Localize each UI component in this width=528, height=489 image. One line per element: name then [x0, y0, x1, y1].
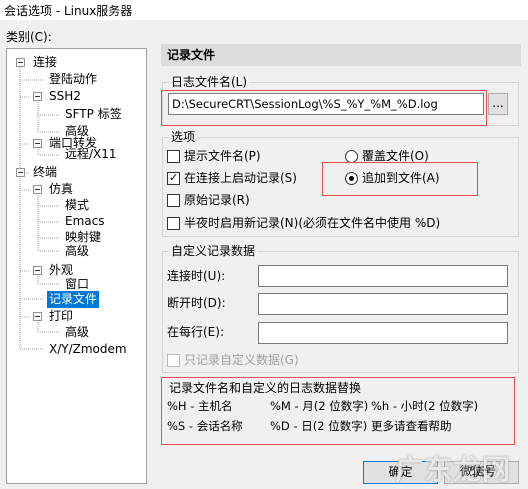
on-disconnect-label: 断开时(D): — [167, 296, 226, 310]
only-custom-data-checkbox[interactable]: 只记录自定义数据(G) — [167, 352, 327, 368]
checkbox-box — [167, 194, 180, 207]
title-bar: 会话选项 - Linux服务器 — [0, 0, 528, 20]
on-disconnect-input[interactable] — [258, 293, 508, 315]
logfile-group-label: 日志文件名(L) — [169, 75, 250, 89]
highlight-box — [161, 90, 487, 126]
tree-item-modes[interactable]: 模式 — [63, 197, 91, 214]
tree-item-printing-advanced[interactable]: 高级 — [63, 324, 91, 341]
tree-item-terminal[interactable]: 终端 — [31, 164, 59, 181]
options-group-label: 选项 — [169, 130, 198, 144]
start-on-connect-checkbox[interactable]: 在连接上启动记录(S) — [167, 170, 327, 186]
checkbox-box — [167, 150, 180, 163]
collapse-icon[interactable] — [33, 185, 42, 194]
subst-month: %M - 月(2 位数字) — [270, 399, 369, 413]
highlight-box — [322, 162, 478, 196]
window-title: 会话选项 - Linux服务器 — [4, 4, 133, 18]
category-tree[interactable]: 连接 登陆动作 SSH2 SFTP 标签 高级 端口转发 远程/X11 终端 仿… — [6, 48, 147, 484]
browse-button[interactable]: ... — [488, 93, 508, 115]
tree-item-emulation-advanced[interactable]: 高级 — [63, 243, 91, 260]
subst-session: %S - 会话名称 — [167, 419, 243, 433]
checkbox-label: 只记录自定义数据(G) — [184, 353, 299, 367]
checkbox-label: 原始记录(R) — [184, 193, 250, 207]
subst-hour: %h - 小时(2 位数字) — [371, 399, 479, 413]
on-connect-input[interactable] — [258, 265, 508, 287]
each-line-label: 在每行(E): — [167, 325, 224, 339]
category-label: 类别(C): — [6, 30, 52, 44]
substitutions-title: 记录文件名和自定义的日志数据替换 — [169, 381, 362, 395]
checkbox-box-checked — [167, 171, 180, 185]
subst-more-help: 更多请查看帮助 — [371, 419, 452, 433]
subst-host: %H - 主机名 — [167, 399, 233, 413]
checkbox-box — [167, 354, 180, 367]
collapse-icon[interactable] — [16, 168, 25, 177]
tree-item-emulation[interactable]: 仿真 — [47, 181, 75, 198]
tree-item-login-actions[interactable]: 登陆动作 — [47, 71, 99, 88]
checkbox-box — [167, 217, 180, 230]
watermark-caption: 微信号 — [460, 464, 497, 478]
midnight-new-log-checkbox[interactable]: 半夜时启用新记录(N)(必须在文件名中使用 %D) — [167, 215, 467, 231]
tree-item-sftp-tab[interactable]: SFTP 标签 — [63, 106, 124, 123]
tree-item-emacs[interactable]: Emacs — [63, 213, 106, 230]
tree-item-printing[interactable]: 打印 — [47, 308, 75, 325]
tree-item-ssh2[interactable]: SSH2 — [47, 88, 83, 105]
checkbox-label: 半夜时启用新记录(N)(必须在文件名中使用 %D) — [184, 216, 441, 230]
subst-day: %D - 日(2 位数字) — [270, 419, 368, 433]
prompt-filename-checkbox[interactable]: 提示文件名(P) — [167, 148, 327, 164]
raw-log-checkbox[interactable]: 原始记录(R) — [167, 192, 327, 208]
tree-item-connection[interactable]: 连接 — [31, 54, 59, 71]
collapse-icon[interactable] — [33, 92, 42, 101]
tree-item-log-file[interactable]: 记录文件 — [47, 291, 100, 308]
tree-item-remote-x11[interactable]: 远程/X11 — [63, 146, 119, 163]
on-connect-label: 连接时(U): — [167, 269, 226, 283]
each-line-input[interactable] — [258, 322, 508, 344]
collapse-icon[interactable] — [33, 312, 42, 321]
collapse-icon[interactable] — [33, 266, 42, 275]
collapse-icon[interactable] — [16, 58, 25, 67]
tree-item-xyzmodem[interactable]: X/Y/Zmodem — [47, 341, 129, 358]
page-title: 记录文件 — [161, 44, 521, 66]
checkbox-label: 在连接上启动记录(S) — [184, 171, 297, 185]
custom-data-group-label: 自定义记录数据 — [169, 244, 258, 258]
checkbox-label: 提示文件名(P) — [184, 149, 261, 163]
collapse-icon[interactable] — [33, 139, 42, 148]
